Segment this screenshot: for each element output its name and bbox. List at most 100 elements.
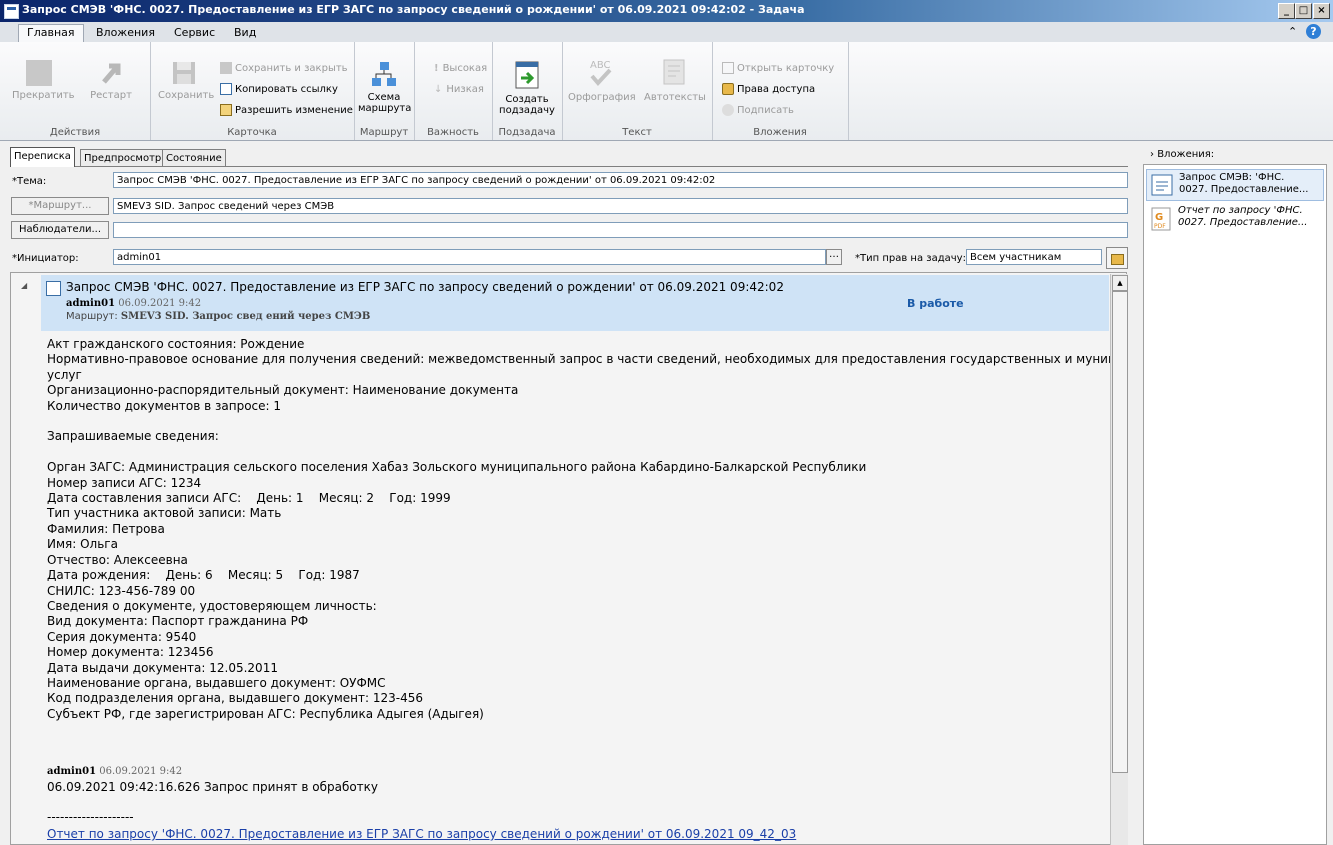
collapse-ribbon-icon[interactable]: ⌃ — [1288, 25, 1297, 38]
rights-select[interactable]: Всем участникам — [966, 249, 1102, 265]
rights-lock-button[interactable] — [1106, 247, 1128, 269]
tabs-divider — [10, 166, 1128, 167]
group-label-subtask: Подзадача — [498, 127, 556, 138]
lock-icon — [722, 83, 734, 95]
body-line: Дата рождения: День: 6 Месяц: 5 Год: 198… — [47, 568, 360, 583]
message-scrollbar[interactable]: ▲ — [1110, 274, 1128, 845]
observers-button[interactable]: Наблюдатели... — [11, 221, 109, 239]
group-label-card: Карточка — [227, 127, 277, 138]
save-close-button[interactable]: Сохранить и закрыть — [220, 61, 348, 77]
copy-link-button[interactable]: Копировать ссылку — [220, 82, 338, 98]
create-subtask-button[interactable]: Создать подзадачу — [498, 60, 556, 116]
body-line: услуг — [47, 367, 82, 382]
report-link[interactable]: Отчет по запросу 'ФНС. 0027. Предоставле… — [47, 827, 796, 841]
ribbon-tab-view[interactable]: Вид — [226, 25, 264, 41]
route-input[interactable]: SMEV3 SID. Запрос сведений через СМЭВ — [113, 198, 1128, 214]
exclamation-icon: ! — [434, 63, 439, 74]
allow-change-button[interactable]: Разрешить изменение — [220, 103, 353, 119]
group-importance: ! Высокая ↓ Низкая Важность — [414, 42, 493, 140]
svg-text:ABC: ABC — [590, 60, 611, 71]
body-line — [47, 445, 1126, 460]
body-line: Дата выдачи документа: 12.05.2011 — [47, 660, 278, 675]
save-button[interactable]: Сохранить — [158, 60, 214, 101]
attachments-header[interactable]: › Вложения: — [1150, 149, 1214, 160]
access-rights-button[interactable]: Права доступа — [722, 82, 815, 98]
body-line: Серия документа: 9540 — [47, 629, 197, 644]
body-line: Код подразделения органа, выдавшего доку… — [47, 691, 424, 706]
autotexts-icon — [660, 56, 690, 88]
body-line: Нормативно-правовое основание для получе… — [47, 352, 1127, 367]
attachment-item[interactable]: G PDF Отчет по запросу 'ФНС. 0027. Предос… — [1146, 203, 1324, 235]
task-icon — [46, 281, 61, 296]
body-line: Фамилия: Петрова — [47, 521, 165, 536]
autotexts-button[interactable]: Автотексты — [642, 56, 708, 103]
edit-icon — [220, 104, 232, 116]
body-line: Акт гражданского состояния: Рождение — [47, 337, 305, 351]
svg-text:G: G — [1155, 212, 1163, 223]
reply-text: 06.09.2021 09:42:16.626 Запрос принят в … — [47, 780, 379, 794]
attachment-item[interactable]: Запрос СМЭВ: 'ФНС. 0027. Предоставление.… — [1146, 169, 1324, 201]
body-line — [47, 414, 1126, 429]
subject-input[interactable]: Запрос СМЭВ 'ФНС. 0027. Предоставление и… — [113, 172, 1128, 188]
ribbon-tab-attachments[interactable]: Вложения — [88, 25, 163, 41]
tab-state[interactable]: Состояние — [162, 149, 226, 167]
ribbon: Прекратить Рестарт Действия Сохранить Со… — [0, 42, 1333, 141]
restart-button[interactable]: Рестарт — [86, 60, 136, 101]
route-button[interactable]: *Маршрут... — [11, 197, 109, 215]
body-line: Орган ЗАГС: Администрация сельского посе… — [47, 460, 867, 475]
minimize-button[interactable]: _ — [1278, 3, 1295, 19]
message-header: Запрос СМЭВ 'ФНС. 0027. Предоставление и… — [41, 275, 1109, 331]
sign-button[interactable]: Подписать — [722, 103, 794, 119]
stop-icon — [26, 60, 52, 86]
message-body: Акт гражданского состояния: Рождение Норм… — [47, 337, 1127, 722]
save-icon — [171, 60, 197, 86]
group-attachments: Открыть карточку Права доступа Подписать… — [712, 42, 849, 140]
tab-preview[interactable]: Предпросмотр — [80, 149, 166, 167]
scroll-thumb[interactable] — [1112, 291, 1128, 773]
group-label-importance: Важность — [427, 127, 479, 138]
group-label-actions: Действия — [49, 127, 101, 138]
pdf-icon: G PDF — [1150, 207, 1172, 231]
body-line: Запрашиваемые сведения: — [47, 429, 219, 444]
close-button[interactable]: × — [1313, 3, 1330, 19]
body-line: Сведения о документе, удостоверяющем лич… — [47, 598, 377, 613]
rights-label: *Тип прав на задачу: — [855, 253, 966, 264]
ribbon-tabs: Главная Вложения Сервис Вид ⌃ ? — [0, 22, 1333, 43]
svg-text:PDF: PDF — [1154, 223, 1166, 230]
tab-correspondence[interactable]: Переписка — [10, 147, 75, 167]
body-line: Тип участника актовой записи: Мать — [47, 506, 282, 521]
help-icon[interactable]: ? — [1306, 24, 1321, 39]
observers-input[interactable] — [113, 222, 1128, 238]
group-label-text: Текст — [622, 127, 652, 138]
maximize-button[interactable]: □ — [1295, 3, 1312, 19]
initiator-input[interactable]: admin01 — [113, 249, 826, 265]
chevron-right-icon: › — [1150, 149, 1154, 160]
route-scheme-button[interactable]: Схема маршрута — [358, 60, 411, 114]
subject-label: *Тема: — [12, 176, 47, 187]
open-card-button[interactable]: Открыть карточку — [722, 61, 834, 77]
document-icon — [1151, 174, 1173, 196]
save-close-icon — [220, 62, 232, 74]
stop-button[interactable]: Прекратить — [12, 60, 75, 101]
ribbon-tab-home[interactable]: Главная — [18, 24, 84, 43]
scroll-up-icon[interactable]: ▲ — [1112, 275, 1128, 291]
body-line: Организационно-распорядительный документ… — [47, 383, 519, 398]
group-text: ABC Орфография Автотексты Текст — [562, 42, 713, 140]
spelling-icon: ABC — [586, 56, 616, 88]
group-card: Сохранить Сохранить и закрыть Копировать… — [150, 42, 355, 140]
group-label-attachments: Вложения — [753, 127, 807, 138]
body-line: Вид документа: Паспорт гражданина РФ — [47, 614, 309, 629]
initiator-select-button[interactable]: … — [826, 249, 842, 265]
importance-low-button[interactable]: ↓ Низкая — [434, 82, 484, 98]
attachments-pane: Запрос СМЭВ: 'ФНС. 0027. Предоставление.… — [1143, 164, 1327, 845]
message-area[interactable]: ◢ Запрос СМЭВ 'ФНС. 0027. Предоставление… — [10, 272, 1127, 845]
body-line: Номер записи АГС: 1234 — [47, 475, 202, 490]
importance-high-button[interactable]: ! Высокая — [434, 61, 487, 77]
ribbon-tab-service[interactable]: Сервис — [166, 25, 223, 41]
status-badge: В работе — [907, 297, 964, 310]
spelling-button[interactable]: ABC Орфография — [568, 56, 636, 103]
restart-icon — [98, 60, 124, 86]
collapse-triangle-icon[interactable]: ◢ — [21, 281, 27, 290]
body-line: Дата составления записи АГС: День: 1 Мес… — [47, 491, 451, 506]
separator: -------------------- — [47, 810, 134, 824]
